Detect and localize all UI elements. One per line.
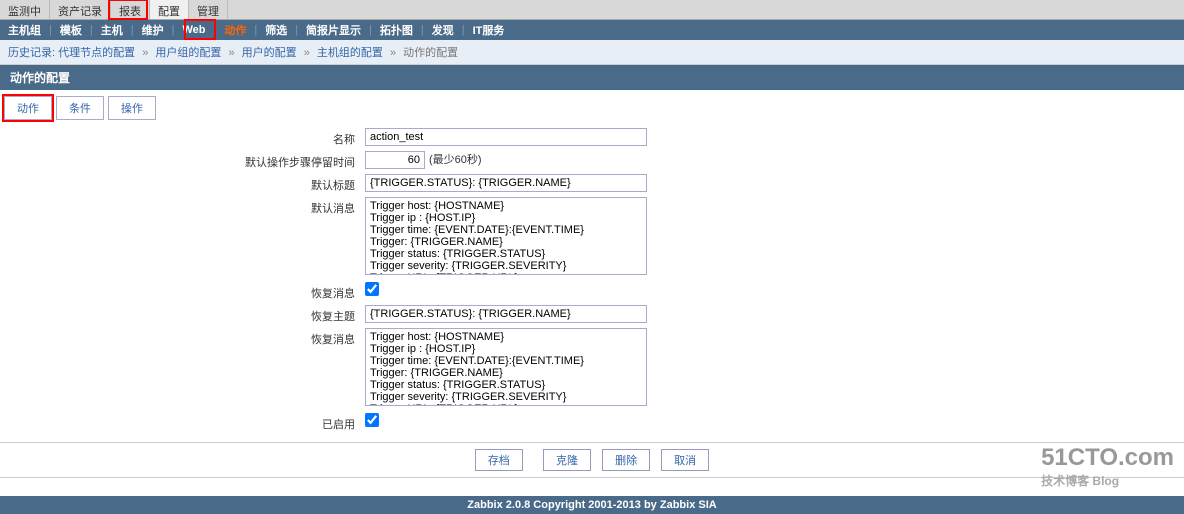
top-menu: 监测中 资产记录 报表 配置 管理 [0,0,1184,20]
recovery-msg-label: 恢复消息 [10,282,365,301]
step-duration-input[interactable] [365,151,425,169]
recovery-message-textarea[interactable] [365,328,647,406]
sub-menu-filter[interactable]: 筛选 [257,19,295,41]
sub-menu-itservices[interactable]: IT服务 [465,19,513,41]
default-subject-input[interactable] [365,174,647,192]
subject-label: 默认标题 [10,174,365,193]
breadcrumb-label: 历史记录: [8,47,55,59]
footer-copyright: Zabbix 2.0.8 Copyright 2001-2013 by Zabb… [0,496,1184,514]
action-form: 名称 默认操作步骤停留时间 (最少60秒) 默认标题 默认消息 恢复消息 恢复主… [0,128,1184,432]
name-label: 名称 [10,128,365,147]
tab-conditions[interactable]: 条件 [56,96,104,120]
top-menu-monitoring[interactable]: 监测中 [0,0,50,19]
sub-menu-maps[interactable]: 拓扑图 [372,19,421,41]
breadcrumb-item[interactable]: 代理节点的配置 [58,47,135,59]
breadcrumb-item[interactable]: 主机组的配置 [317,47,383,59]
watermark-sub: 技术博客 Blog [1041,472,1174,489]
sub-menu-web[interactable]: Web [174,21,213,39]
tabs: 动作 条件 操作 [4,96,1180,120]
enabled-checkbox[interactable] [365,413,379,427]
sub-menu-maintenance[interactable]: 维护 [134,19,172,41]
tab-action[interactable]: 动作 [4,96,52,120]
buttons-bar: 存档 克隆 删除 取消 [0,442,1184,478]
breadcrumb-item[interactable]: 用户组的配置 [155,47,221,59]
top-menu-config[interactable]: 配置 [150,0,189,19]
clone-button[interactable]: 克隆 [543,449,591,471]
recovery-subject-input[interactable] [365,305,647,323]
sub-menu: 主机组| 模板| 主机| 维护| Web| 动作| 筛选| 简报片显示| 拓扑图… [0,20,1184,40]
sub-menu-hosts[interactable]: 主机 [93,19,131,41]
default-message-textarea[interactable] [365,197,647,275]
tab-operations[interactable]: 操作 [108,96,156,120]
breadcrumb-current: 动作的配置 [403,47,458,59]
watermark-main: 51CTO.com [1041,444,1174,472]
delete-button[interactable]: 删除 [602,449,650,471]
enabled-label: 已启用 [10,413,365,432]
step-label: 默认操作步骤停留时间 [10,151,365,170]
sub-menu-actions[interactable]: 动作 [216,19,254,41]
top-menu-reports[interactable]: 报表 [111,0,150,19]
sub-menu-templates[interactable]: 模板 [52,19,90,41]
save-button[interactable]: 存档 [475,449,523,471]
sub-menu-discovery[interactable]: 发现 [424,19,462,41]
message-label: 默认消息 [10,197,365,216]
top-menu-inventory[interactable]: 资产记录 [50,0,111,19]
page-title: 动作的配置 [0,65,1184,90]
name-input[interactable] [365,128,647,146]
chevron-icon: » [142,47,148,59]
breadcrumb: 历史记录: 代理节点的配置 » 用户组的配置 » 用户的配置 » 主机组的配置 … [0,40,1184,65]
watermark: 51CTO.com 技术博客 Blog [1041,444,1174,489]
chevron-icon: » [304,47,310,59]
step-hint: (最少60秒) [429,154,482,166]
top-menu-admin[interactable]: 管理 [189,0,228,19]
sub-menu-hostgroups[interactable]: 主机组 [0,19,49,41]
chevron-icon: » [228,47,234,59]
recovery-msg-checkbox[interactable] [365,282,379,296]
breadcrumb-item[interactable]: 用户的配置 [242,47,297,59]
cancel-button[interactable]: 取消 [661,449,709,471]
recovery-subject-label: 恢复主题 [10,305,365,324]
chevron-icon: » [390,47,396,59]
sub-menu-slideshow[interactable]: 简报片显示 [298,19,369,41]
recovery-message-label: 恢复消息 [10,328,365,347]
